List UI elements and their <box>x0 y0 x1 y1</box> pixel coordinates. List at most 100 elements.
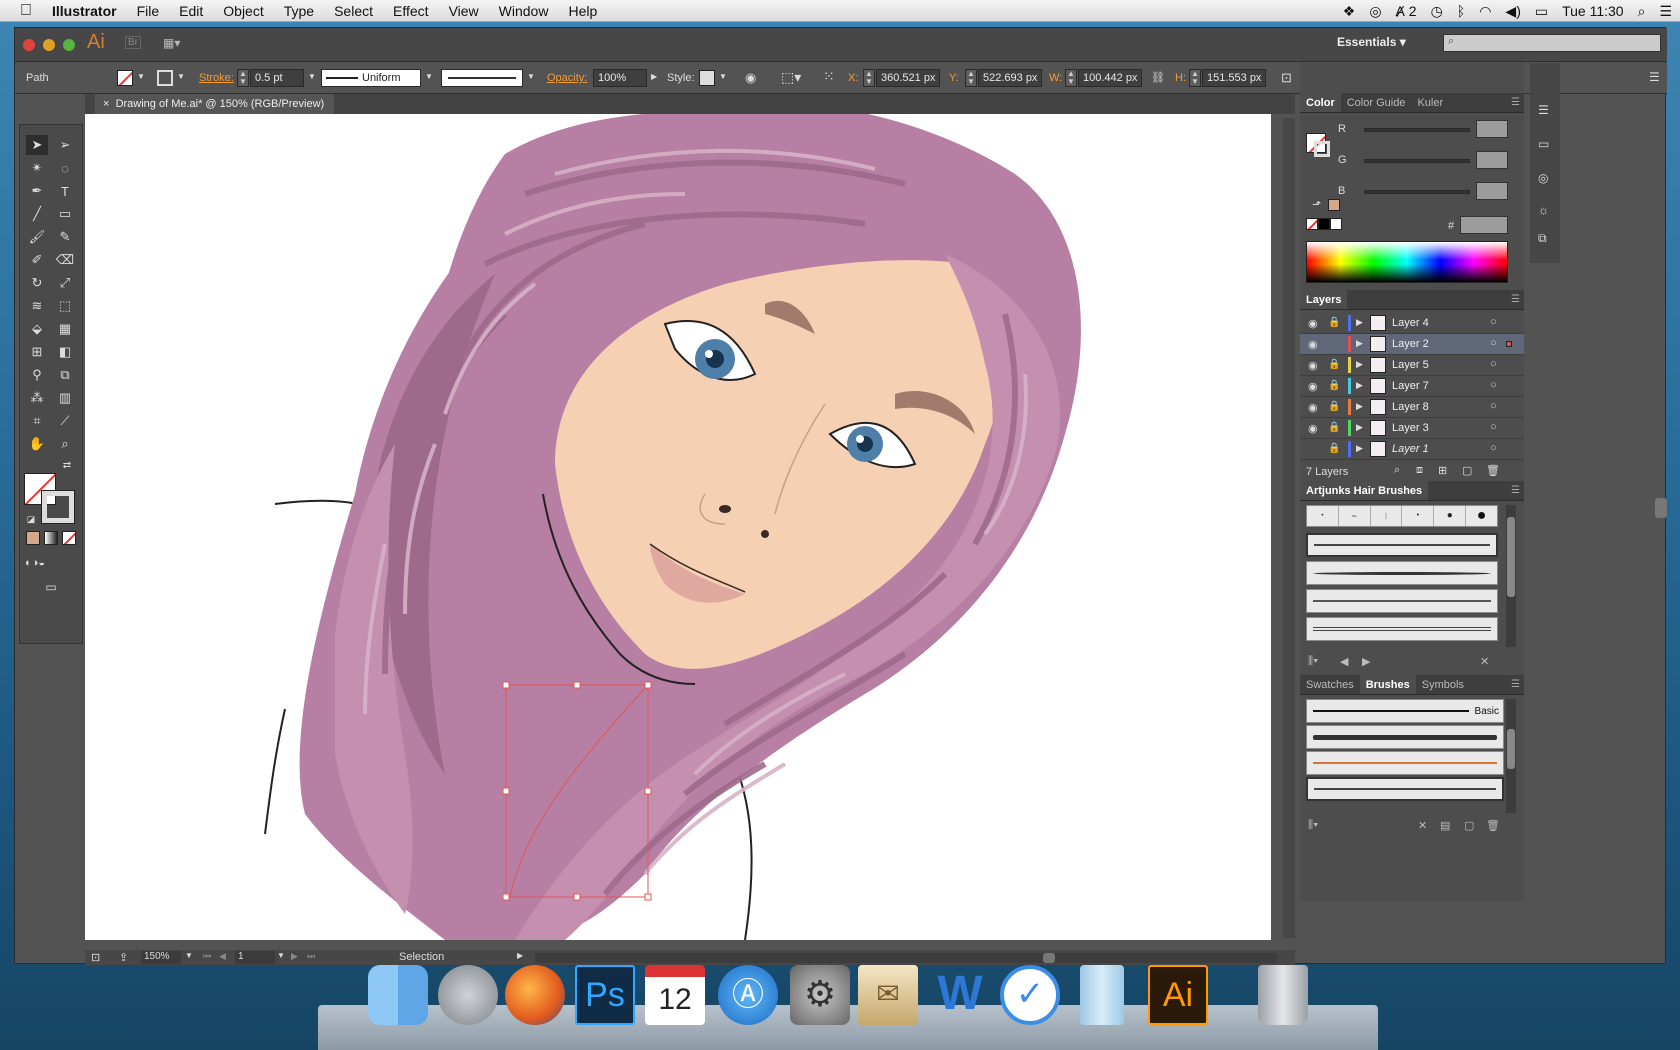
layer-name[interactable]: Layer 7 <box>1392 380 1429 392</box>
y-position-input[interactable]: 522.693 px <box>978 69 1042 87</box>
selection-tool-icon[interactable]: ➤ <box>26 135 48 155</box>
tab-kuler[interactable]: Kuler <box>1411 93 1449 112</box>
brush-tip-3[interactable]: ǀ <box>1371 506 1403 526</box>
stroke-dropdown-icon[interactable]: ▼ <box>177 72 185 81</box>
layer-name[interactable]: Layer 1 <box>1392 443 1429 455</box>
control-panel-menu-icon[interactable]: ☰ <box>1649 70 1660 84</box>
layer-name[interactable]: Layer 4 <box>1392 317 1429 329</box>
target-circle-icon[interactable]: ○ <box>1490 358 1497 370</box>
last-artboard-icon[interactable]: ⏭ <box>307 951 315 962</box>
menu-file[interactable]: File <box>127 0 170 22</box>
menu-edit[interactable]: Edit <box>169 0 213 22</box>
target-circle-icon[interactable]: ○ <box>1490 316 1497 328</box>
artboard-dropdown-icon[interactable]: ▼ <box>277 951 285 960</box>
paintbrush-tool-icon[interactable]: 🖌 <box>26 227 48 247</box>
gradient-mode-button[interactable] <box>44 531 58 545</box>
calendar-icon[interactable]: 12 <box>645 965 705 1025</box>
previous-library-icon[interactable]: ◀ <box>1340 655 1348 668</box>
stroke-weight-stepper[interactable]: ▲ ▼ <box>237 69 249 87</box>
hair-brushes-scrollbar[interactable] <box>1506 505 1516 647</box>
bluetooth-icon[interactable]: ᛒ <box>1457 3 1465 19</box>
layer-row[interactable]: ◉ 🔒 ▶ Layer 5 ○ <box>1300 355 1524 376</box>
menu-type[interactable]: Type <box>274 0 324 22</box>
delete-layer-icon[interactable]: 🗑 <box>1486 464 1500 477</box>
perspective-grid-tool-icon[interactable]: ▦ <box>54 319 76 339</box>
menu-app-name[interactable]: Illustrator <box>42 0 127 22</box>
brush-tip-4[interactable]: • <box>1402 506 1435 526</box>
brush-tip-5[interactable]: ● <box>1434 506 1467 526</box>
transparency-panel-icon[interactable]: ◎ <box>1538 171 1548 185</box>
eraser-tool-icon[interactable]: ⌫ <box>54 250 76 270</box>
menu-effect[interactable]: Effect <box>383 0 439 22</box>
lock-icon[interactable]: 🔒 <box>1328 317 1340 328</box>
zoom-dropdown-icon[interactable]: ▼ <box>185 951 193 960</box>
scale-tool-icon[interactable]: ⤢ <box>54 273 76 293</box>
expand-triangle-icon[interactable]: ▶ <box>1356 443 1363 454</box>
slice-tool-icon[interactable]: ⟋ <box>54 411 76 431</box>
share-icon[interactable]: ⇪ <box>119 951 128 964</box>
visibility-eye-icon[interactable]: ◉ <box>1308 380 1318 393</box>
archive-utility-icon[interactable] <box>1080 965 1124 1025</box>
creative-cloud-icon[interactable]: ◎ <box>1369 3 1381 20</box>
battery-icon[interactable]: ▭ <box>1535 3 1548 20</box>
volume-icon[interactable]: ◀) <box>1505 3 1520 20</box>
search-help-field[interactable]: ⌕ <box>1443 34 1661 52</box>
app-store-icon[interactable]: Ⓐ <box>718 965 778 1025</box>
mail-icon[interactable]: ✉ <box>858 965 918 1025</box>
dropbox-icon[interactable]: ❖ <box>1343 3 1356 20</box>
brushes-scrollbar[interactable] <box>1506 699 1516 813</box>
apple-icon[interactable]:  <box>0 0 42 22</box>
brush-charcoal[interactable] <box>1306 725 1504 749</box>
black-swatch[interactable] <box>1318 218 1330 230</box>
artboard[interactable] <box>85 114 1271 940</box>
rotate-tool-icon[interactable]: ↻ <box>26 273 48 293</box>
blend-tool-icon[interactable]: ⧉ <box>54 365 76 385</box>
horizontal-scrollbar[interactable] <box>535 953 1277 963</box>
free-transform-tool-icon[interactable]: ⬚ <box>54 296 76 316</box>
b-slider[interactable] <box>1364 190 1470 194</box>
close-tab-icon[interactable]: × <box>103 98 109 110</box>
brush-dropdown-icon[interactable]: ▼ <box>527 72 535 81</box>
layer-row[interactable]: ◉ 🔒 ▶ Layer 3 ○ <box>1300 418 1524 439</box>
h-stepper[interactable]: ▲ ▼ <box>1189 69 1201 87</box>
default-fill-stroke-icon[interactable]: ◪ <box>20 509 42 529</box>
word-icon[interactable]: W <box>930 965 990 1025</box>
brush-libraries-menu-icon[interactable]: ⫼▾ <box>1308 819 1318 832</box>
brush-tip-6[interactable]: ● <box>1466 506 1497 526</box>
lock-icon[interactable]: 🔒 <box>1328 422 1340 433</box>
remove-brush-icon[interactable]: ✕ <box>1418 819 1427 832</box>
expand-triangle-icon[interactable]: ▶ <box>1356 338 1363 349</box>
next-artboard-icon[interactable]: ▶ <box>291 951 298 962</box>
artboard-navigator-icon[interactable]: ⊡ <box>91 951 100 964</box>
target-circle-icon[interactable]: ○ <box>1490 400 1497 412</box>
target-circle-icon[interactable]: ○ <box>1490 421 1497 433</box>
window-right-scrollbar[interactable] <box>1655 498 1667 518</box>
hair-brush-stroke-1[interactable] <box>1306 533 1498 557</box>
stroke-label[interactable]: Stroke: <box>199 72 234 84</box>
layer-row[interactable]: ◉ 🔒 ▶ Layer 8 ○ <box>1300 397 1524 418</box>
x-position-input[interactable]: 360.521 px <box>876 69 940 87</box>
symbol-sprayer-tool-icon[interactable]: ⁂ <box>26 388 48 408</box>
brush-arrow-orange[interactable] <box>1306 751 1504 775</box>
graphic-style-swatch[interactable] <box>699 70 715 86</box>
color-mode-button[interactable] <box>26 531 40 545</box>
expand-triangle-icon[interactable]: ▶ <box>1356 401 1363 412</box>
brush-options-icon[interactable]: ▤ <box>1440 819 1450 832</box>
pencil-tool-icon[interactable]: ✎ <box>54 227 76 247</box>
stroke-weight-input[interactable]: 0.5 pt <box>250 69 304 87</box>
firefox-icon[interactable] <box>505 965 565 1025</box>
remove-brush-stroke-icon[interactable]: ✕ <box>1480 655 1489 668</box>
tab-artjunks-hair-brushes[interactable]: Artjunks Hair Brushes <box>1300 481 1429 500</box>
tab-brushes[interactable]: Brushes <box>1359 675 1416 694</box>
height-input[interactable]: 151.553 px <box>1202 69 1266 87</box>
visibility-eye-icon[interactable]: ◉ <box>1308 317 1318 330</box>
mesh-tool-icon[interactable]: ⊞ <box>26 342 48 362</box>
launchpad-icon[interactable] <box>438 965 498 1025</box>
y-stepper[interactable]: ▲ ▼ <box>965 69 977 87</box>
menubar-clock[interactable]: Tue 11:30 <box>1562 3 1624 19</box>
menu-object[interactable]: Object <box>213 0 273 22</box>
canvas-area[interactable] <box>85 114 1295 954</box>
hex-field[interactable] <box>1460 216 1508 234</box>
swap-fill-stroke-icon[interactable]: ⇄ <box>56 455 78 475</box>
out-of-gamut-icon[interactable]: ⬏ <box>1312 198 1321 211</box>
